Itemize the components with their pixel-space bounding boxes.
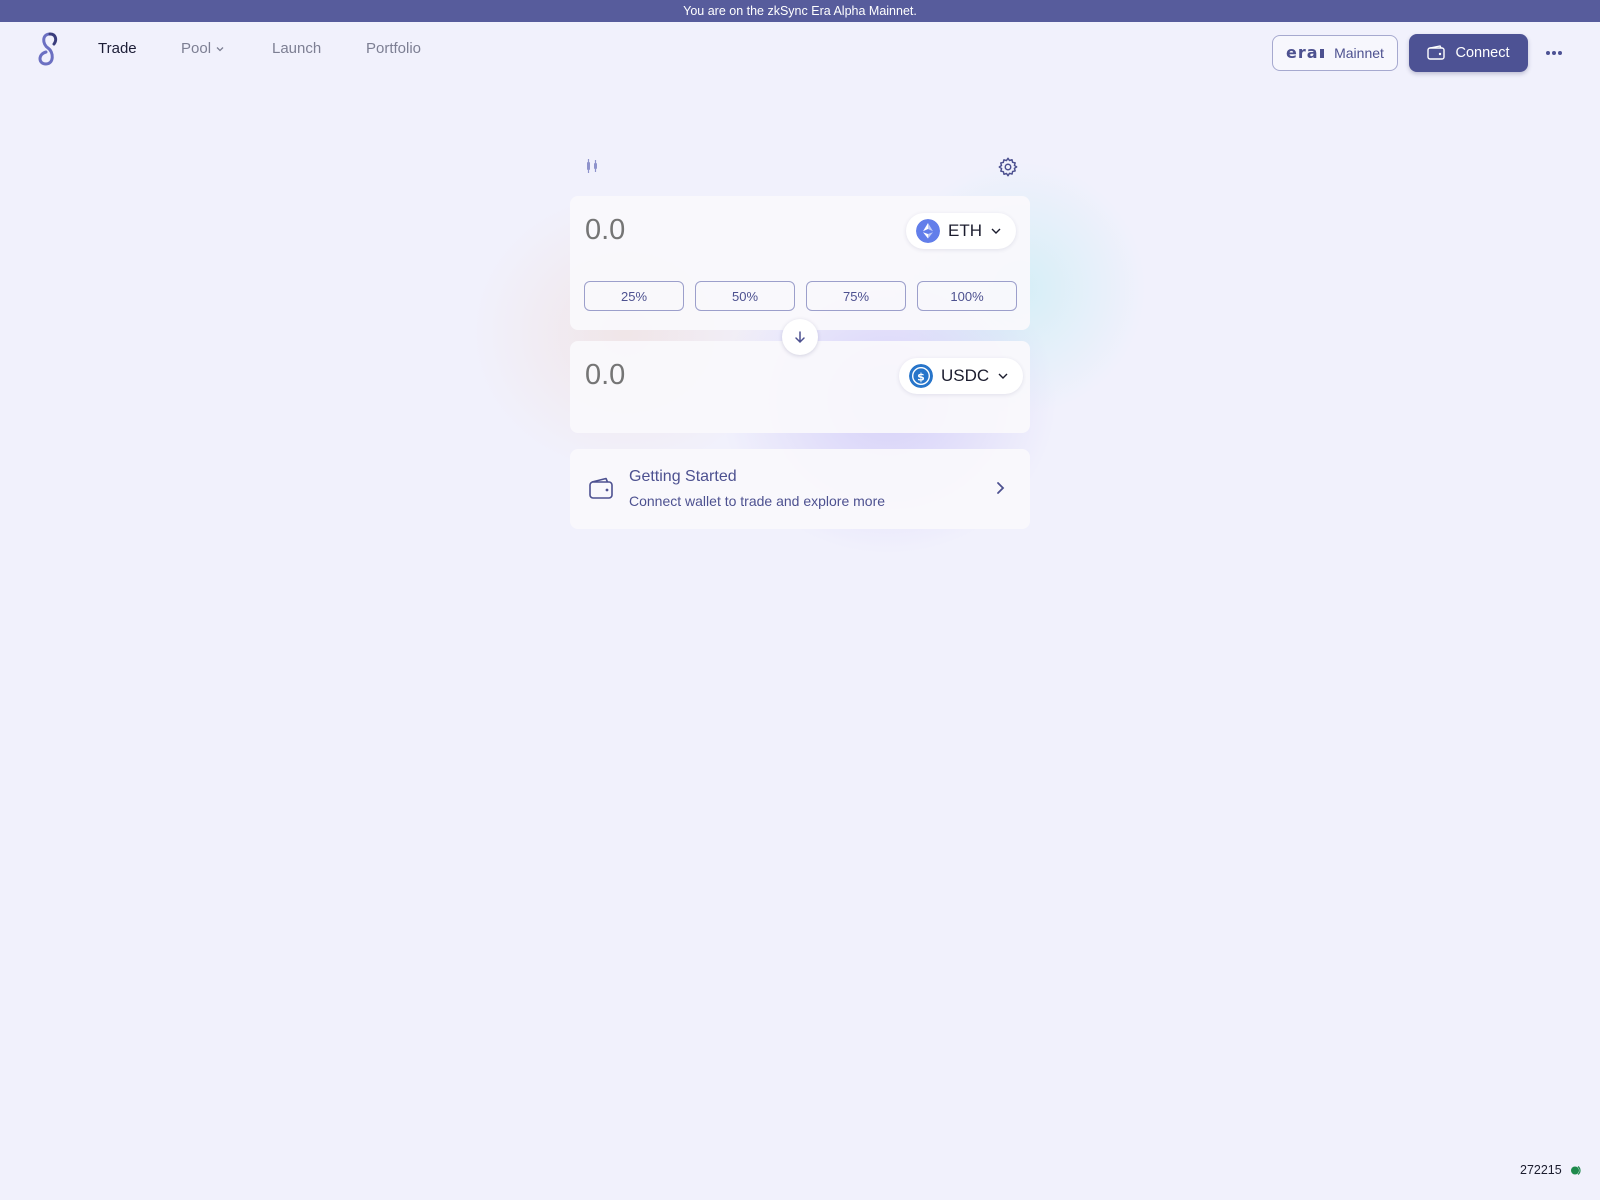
connect-label: Connect bbox=[1455, 45, 1510, 61]
getting-started-card[interactable]: Getting Started Connect wallet to trade … bbox=[570, 449, 1030, 529]
app-logo-icon[interactable] bbox=[32, 30, 64, 70]
more-options-icon[interactable] bbox=[1543, 42, 1565, 64]
era-logo-icon: era bbox=[1286, 44, 1325, 62]
chevron-right-icon bbox=[997, 482, 1005, 494]
swap-from-panel: ETH 25% 50% 75% 100% bbox=[570, 196, 1030, 330]
nav-pool-label: Pool bbox=[181, 40, 212, 57]
block-status: 272215 bbox=[1520, 1163, 1581, 1177]
chevron-down-icon bbox=[216, 46, 224, 51]
network-label: Mainnet bbox=[1334, 45, 1384, 61]
nav-launch[interactable]: Launch bbox=[272, 40, 321, 57]
block-number: 272215 bbox=[1520, 1163, 1562, 1177]
percentage-buttons: 25% 50% 75% 100% bbox=[584, 281, 1017, 311]
from-token-symbol: ETH bbox=[948, 221, 982, 240]
nav-trade[interactable]: Trade bbox=[98, 40, 137, 57]
to-token-symbol: USDC bbox=[941, 366, 990, 385]
usdc-token-icon: $ bbox=[909, 364, 933, 388]
svg-text:$: $ bbox=[917, 370, 925, 383]
nav-portfolio[interactable]: Portfolio bbox=[366, 40, 421, 57]
chevron-down-icon bbox=[991, 228, 1001, 234]
network-selector-button[interactable]: era Mainnet bbox=[1272, 35, 1398, 71]
candlestick-chart-icon[interactable] bbox=[584, 158, 600, 174]
chevron-down-icon bbox=[998, 373, 1008, 379]
wallet-icon bbox=[589, 477, 613, 499]
banner-text: You are on the zkSync Era Alpha Mainnet. bbox=[683, 4, 917, 18]
getting-started-title: Getting Started bbox=[629, 468, 737, 485]
from-amount-input[interactable] bbox=[585, 214, 785, 247]
percent-50-button[interactable]: 50% bbox=[695, 281, 795, 311]
from-token-selector[interactable]: ETH bbox=[906, 213, 1016, 249]
arrow-down-icon bbox=[795, 331, 805, 344]
nav-pool[interactable]: Pool bbox=[181, 40, 225, 57]
top-navigation: Trade Pool Launch Portfolio era Mainnet … bbox=[0, 22, 1600, 84]
connect-wallet-button[interactable]: Connect bbox=[1409, 34, 1528, 72]
wallet-icon bbox=[1427, 45, 1446, 60]
network-banner: You are on the zkSync Era Alpha Mainnet. bbox=[0, 0, 1600, 22]
eth-token-icon bbox=[916, 219, 940, 243]
percent-25-button[interactable]: 25% bbox=[584, 281, 684, 311]
percent-100-button[interactable]: 100% bbox=[917, 281, 1017, 311]
swap-direction-button[interactable] bbox=[782, 319, 818, 355]
gear-icon[interactable] bbox=[997, 156, 1019, 178]
era-logo-text: era bbox=[1286, 44, 1319, 62]
to-token-selector[interactable]: $ USDC bbox=[899, 358, 1024, 394]
to-amount-input[interactable] bbox=[585, 359, 785, 392]
percent-75-button[interactable]: 75% bbox=[806, 281, 906, 311]
status-indicator-icon bbox=[1570, 1165, 1581, 1175]
getting-started-subtitle: Connect wallet to trade and explore more bbox=[629, 493, 886, 509]
